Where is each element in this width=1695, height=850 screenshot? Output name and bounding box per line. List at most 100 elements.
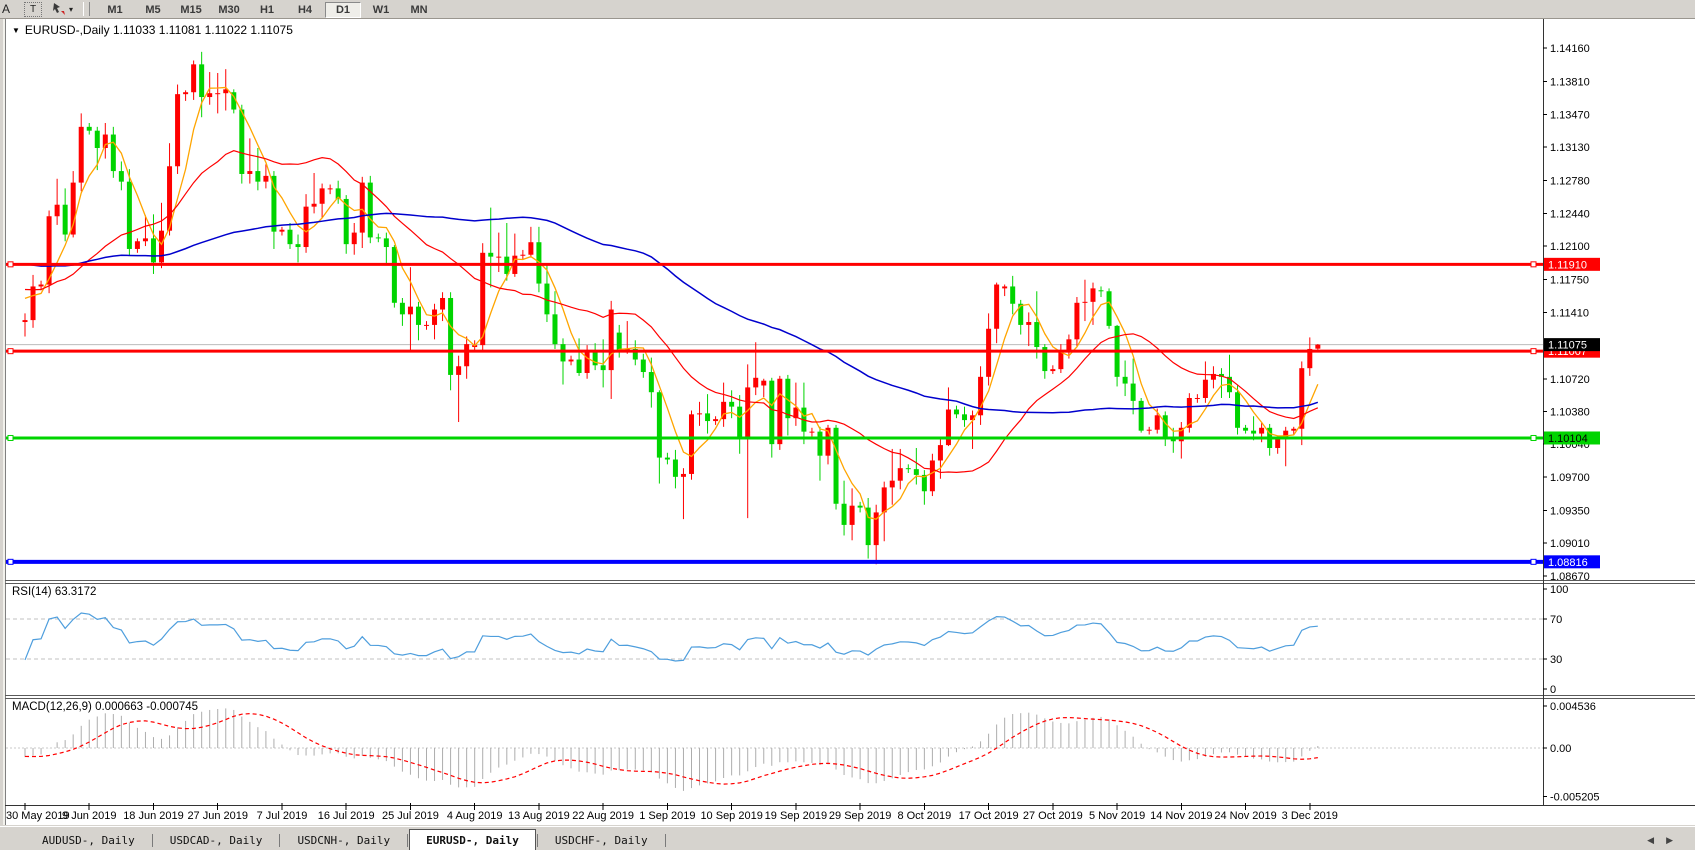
macd-axis-label: 0.00	[1550, 743, 1571, 755]
candle-body	[914, 469, 919, 475]
timeframe-button-m30[interactable]: M30	[211, 2, 247, 18]
candle-body	[23, 320, 28, 322]
hline-handle[interactable]	[8, 435, 13, 440]
candle-body	[1147, 430, 1152, 431]
date-tick-label: 25 Jul 2019	[382, 810, 439, 822]
price-tick-label: 1.12100	[1550, 241, 1590, 253]
candle-body	[392, 247, 397, 303]
timeframe-button-w1[interactable]: W1	[363, 2, 399, 18]
macd-axis-label: 0.004536	[1550, 701, 1596, 713]
candle-body	[143, 238, 148, 241]
candle-body	[1251, 431, 1256, 434]
candle-body	[271, 176, 276, 232]
chart-tab-usdcad[interactable]: USDCAD-, Daily	[154, 831, 279, 850]
hline-handle[interactable]	[1531, 559, 1536, 564]
cursor-tool-label[interactable]: A	[2, 2, 16, 16]
hline-handle[interactable]	[8, 262, 13, 267]
chart-window-background	[5, 18, 1695, 825]
timeframe-button-mn[interactable]: MN	[401, 2, 437, 18]
candle-body	[1090, 288, 1095, 301]
candle-body	[135, 241, 140, 249]
candle-body	[95, 131, 100, 148]
price-tick-label: 1.10720	[1550, 374, 1590, 386]
chart-collapse-icon[interactable]: ▼	[12, 26, 20, 35]
candle-body	[737, 407, 742, 438]
candle-body	[705, 413, 710, 421]
candle-body	[1203, 380, 1208, 398]
hline-handle[interactable]	[8, 349, 13, 354]
candle-body	[649, 372, 654, 392]
hline-handle[interactable]	[1531, 435, 1536, 440]
candle-body	[320, 188, 325, 203]
candle-body	[384, 238, 389, 247]
candle-body	[151, 238, 156, 262]
date-tick-label: 30 May 2019	[6, 810, 70, 822]
candle-body	[842, 504, 847, 525]
hline-price-label: 1.10104	[1548, 433, 1588, 445]
rsi-axis-label: 100	[1550, 584, 1568, 596]
hline-handle[interactable]	[1531, 262, 1536, 267]
hline-handle[interactable]	[8, 559, 13, 564]
candle-body	[304, 207, 309, 247]
candle-body	[31, 286, 36, 320]
candle-body	[296, 244, 301, 247]
candle-body	[665, 458, 670, 460]
candle-body	[239, 110, 244, 174]
chart-tab-eurusd[interactable]: EURUSD-, Daily	[409, 829, 536, 850]
timeframe-button-h4[interactable]: H4	[287, 2, 323, 18]
candle-body	[1259, 428, 1264, 434]
timeframe-button-m5[interactable]: M5	[135, 2, 171, 18]
price-tick-label: 1.11410	[1550, 307, 1589, 319]
candle-body	[488, 253, 493, 257]
date-tick-label: 5 Nov 2019	[1089, 810, 1145, 822]
tool-dropdown-caret-icon[interactable]: ▾	[69, 5, 73, 14]
candle-body	[753, 378, 758, 388]
candle-body	[906, 468, 911, 469]
candle-body	[1291, 429, 1296, 431]
candle-body	[127, 182, 132, 249]
text-tool-button[interactable]: T	[24, 2, 42, 17]
candle-body	[496, 257, 501, 258]
candle-body	[938, 445, 943, 460]
chart-tab-audusd[interactable]: AUDUSD-, Daily	[26, 831, 151, 850]
rsi-indicator-label: RSI(14) 63.3172	[12, 586, 96, 598]
chart-tab-usdcnh[interactable]: USDCNH-, Daily	[281, 831, 406, 850]
candle-body	[1123, 377, 1128, 384]
candle-body	[850, 506, 855, 525]
candle-body	[769, 381, 774, 444]
date-tick-label: 10 Sep 2019	[700, 810, 762, 822]
timeframe-button-m15[interactable]: M15	[173, 2, 209, 18]
rsi-axis-label: 70	[1550, 614, 1562, 626]
candle-body	[175, 94, 180, 166]
candle-body	[263, 176, 268, 182]
candle-body	[159, 231, 164, 263]
candle-body	[79, 127, 84, 183]
candle-body	[376, 237, 381, 238]
candle-body	[1002, 286, 1007, 288]
arrow-objects-icon[interactable]	[52, 2, 68, 16]
timeframe-button-m1[interactable]: M1	[97, 2, 133, 18]
candle-body	[994, 285, 999, 329]
tab-scroll-right-icon[interactable]: ▶	[1666, 835, 1685, 845]
candle-body	[408, 307, 413, 315]
price-tick-label: 1.09010	[1550, 538, 1590, 550]
candle-body	[962, 414, 967, 420]
candle-body	[1026, 322, 1031, 325]
candle-body	[577, 360, 582, 373]
candle-body	[87, 127, 92, 131]
tab-scroll-left-icon[interactable]: ◀	[1647, 835, 1666, 845]
price-tick-label: 1.10380	[1550, 406, 1590, 418]
timeframe-button-h1[interactable]: H1	[249, 2, 285, 18]
chart-ohlc-values: 1.11033 1.11081 1.11022 1.11075	[113, 23, 293, 37]
date-tick-label: 17 Oct 2019	[959, 810, 1019, 822]
hline-handle[interactable]	[1531, 349, 1536, 354]
candle-body	[416, 307, 421, 325]
candle-body	[448, 298, 453, 375]
timeframe-button-d1[interactable]: D1	[325, 2, 361, 18]
date-tick-label: 8 Oct 2019	[897, 810, 951, 822]
candle-body	[424, 325, 429, 326]
chart-tab-usdchf[interactable]: USDCHF-, Daily	[539, 831, 664, 850]
candle-body	[1034, 322, 1039, 347]
date-tick-label: 18 Jun 2019	[123, 810, 184, 822]
candle-body	[215, 93, 220, 94]
